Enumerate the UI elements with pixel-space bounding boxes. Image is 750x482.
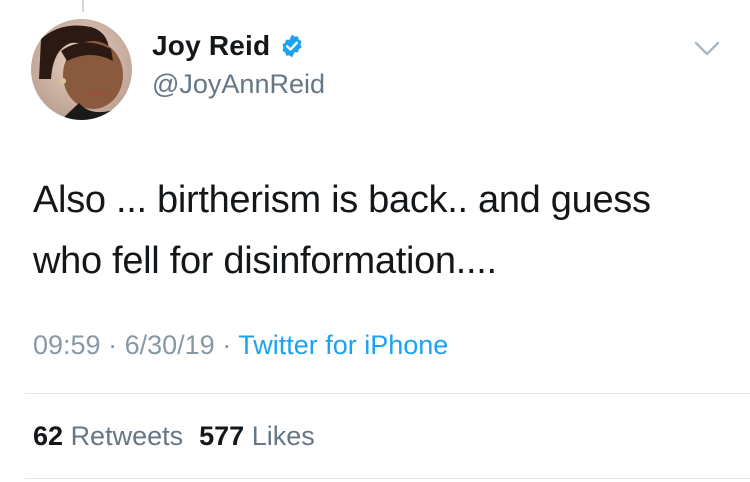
engagement-stats: 62 Retweets 577 Likes [33,421,315,452]
likes-count: 577 [199,421,245,451]
retweets-stat[interactable]: 62 Retweets [33,421,183,451]
tweet-date[interactable]: 6/30/19 [125,330,215,360]
divider [25,478,750,479]
verified-badge-icon [282,34,302,58]
author-display-name[interactable]: Joy Reid [152,30,270,62]
chevron-down-icon[interactable] [694,40,720,58]
divider [25,393,750,394]
avatar[interactable] [31,19,132,120]
likes-label: Likes [251,421,315,451]
author-handle[interactable]: @JoyAnnReid [152,69,325,100]
thread-connector-line [82,0,84,12]
meta-separator: · [222,330,232,360]
tweet-metadata: 09:59 · 6/30/19 · Twitter for iPhone [33,330,448,361]
retweets-label: Retweets [70,421,184,451]
tweet-text: Also ... birtherism is back.. and guess … [33,170,723,292]
tweet-time: 09:59 [33,330,101,360]
tweet-source-link[interactable]: Twitter for iPhone [238,330,448,360]
profile-photo-icon [31,19,132,120]
likes-stat[interactable]: 577 Likes [199,421,315,451]
tweet-text-line: Also ... birtherism is back.. and guess [33,179,651,221]
meta-separator: · [108,330,118,360]
retweets-count: 62 [33,421,64,451]
tweet-text-line: who fell for disinformation.... [33,240,497,282]
author-name-row: Joy Reid [152,30,305,62]
